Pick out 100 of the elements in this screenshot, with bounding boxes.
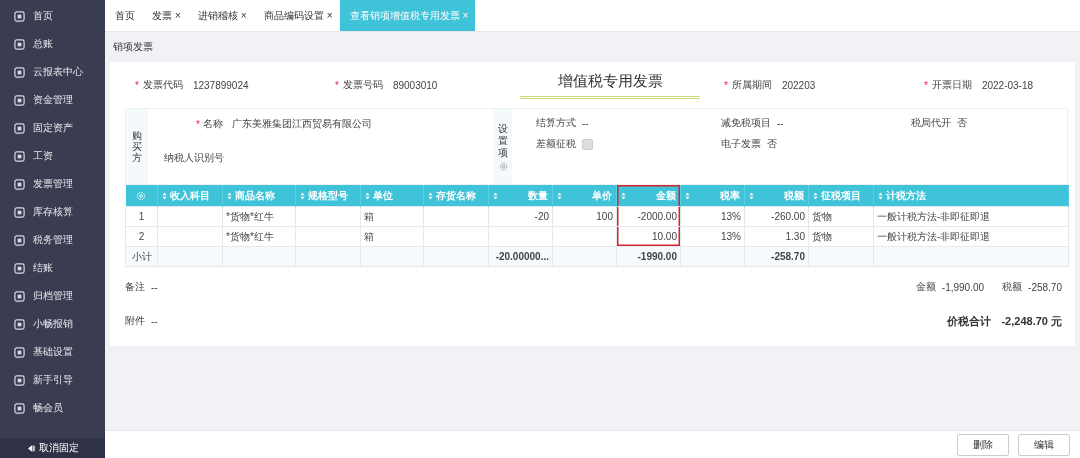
sidebar-item[interactable]: 归档管理: [0, 282, 105, 310]
required-mark: *: [196, 118, 200, 130]
field-label: 名称: [202, 117, 223, 131]
field-label: 开票日期: [931, 78, 972, 92]
tab[interactable]: 发票 ×: [142, 0, 188, 31]
tab[interactable]: 商品编码设置 ×: [253, 0, 340, 31]
table-cell: -260.00: [744, 206, 809, 227]
field-value: -1,990.00: [941, 281, 985, 293]
table-cell: 箱: [360, 226, 424, 247]
menu-icon: [14, 38, 25, 50]
sidebar-item[interactable]: 发票管理: [0, 170, 105, 198]
section-label: 购买方: [126, 109, 148, 184]
tab[interactable]: 进销稽核 ×: [187, 0, 254, 31]
invoice-title: 增值税专用发票: [520, 71, 700, 99]
sidebar-item[interactable]: 畅会员: [0, 394, 105, 422]
close-icon[interactable]: ×: [175, 10, 181, 21]
field-value: -258.70: [1028, 281, 1062, 293]
table-cell: 货物: [808, 206, 874, 227]
field-label: 纳税人识别号: [164, 152, 224, 163]
row-number: 1: [125, 206, 158, 227]
sidebar-item[interactable]: 总账: [0, 30, 105, 58]
required-mark: *: [924, 79, 928, 91]
table-cell: [423, 206, 489, 227]
table-cell: 10.00: [616, 226, 681, 247]
field-value: --: [151, 281, 158, 293]
field-label: 金额: [915, 280, 936, 294]
close-icon[interactable]: ×: [326, 10, 333, 21]
sort-icon[interactable]: [878, 191, 883, 200]
page-title: 销项发票: [112, 40, 154, 54]
sort-icon[interactable]: [428, 191, 433, 200]
table-cell: 1.30: [744, 226, 809, 247]
menu-icon: [14, 94, 25, 106]
sidebar-item[interactable]: 库存核算: [0, 198, 105, 226]
checkbox[interactable]: [582, 138, 593, 150]
table-cell: [295, 226, 361, 247]
sort-icon[interactable]: [493, 191, 498, 200]
sort-icon[interactable]: [813, 191, 818, 200]
field-label: 发票号码: [342, 78, 383, 92]
table-cell: [423, 226, 489, 247]
table-cell: -20: [488, 206, 553, 227]
required-mark: *: [724, 79, 728, 91]
action-button[interactable]: 删除: [957, 433, 1009, 456]
table-cell: 货物: [808, 226, 874, 247]
field-value: 89003010: [392, 79, 438, 91]
sort-icon[interactable]: [227, 191, 232, 200]
menu-icon: [14, 402, 25, 414]
sort-icon[interactable]: [557, 191, 562, 200]
close-icon[interactable]: ×: [240, 10, 247, 21]
field-label: 所属期间: [731, 78, 772, 92]
table-cell: -2000.00: [616, 206, 681, 227]
required-mark: *: [335, 79, 339, 91]
settings-icon[interactable]: [498, 161, 508, 171]
field-label: 发票代码: [142, 78, 183, 92]
row-number: 2: [125, 226, 158, 247]
field-value: 否: [957, 116, 967, 130]
field-value: --: [777, 117, 784, 129]
field-value: 2022-03-18: [981, 79, 1034, 91]
table-cell: [295, 206, 361, 227]
tab[interactable]: 首页: [105, 0, 142, 31]
field-label: 差额征税: [536, 137, 576, 151]
sidebar-item[interactable]: 新手引导: [0, 366, 105, 394]
table-cell: *货物*红牛: [222, 226, 296, 247]
sidebar-item[interactable]: 工资: [0, 142, 105, 170]
field-value: --: [151, 315, 158, 327]
table-cell: 100: [552, 206, 617, 227]
menu-icon: [14, 374, 25, 386]
subtotal-label: 小计: [125, 246, 158, 267]
menu-icon: [14, 10, 25, 22]
menu-icon: [14, 66, 25, 78]
sort-icon[interactable]: [300, 191, 305, 200]
sidebar-item[interactable]: 小畅报销: [0, 310, 105, 338]
action-button[interactable]: 编辑: [1018, 433, 1070, 456]
field-label: 税局代开: [911, 116, 951, 130]
sidebar-item[interactable]: 结账: [0, 254, 105, 282]
menu-icon: [14, 262, 25, 274]
sort-icon[interactable]: [162, 191, 167, 200]
menu-icon: [14, 206, 25, 218]
section-label: 设置项: [498, 122, 508, 159]
field-value: 1237899024: [192, 79, 249, 91]
sidebar-item[interactable]: 税务管理: [0, 226, 105, 254]
field-value: 否: [767, 137, 777, 151]
sidebar-item[interactable]: 首页: [0, 2, 105, 30]
table-cell: [488, 226, 553, 247]
field-label: 备注: [125, 280, 145, 294]
sort-icon[interactable]: [365, 191, 370, 200]
table-cell: 箱: [360, 206, 424, 227]
sort-icon[interactable]: [749, 191, 754, 200]
sort-icon[interactable]: [685, 191, 690, 200]
menu-icon: [14, 150, 25, 162]
sidebar-item[interactable]: 固定资产: [0, 114, 105, 142]
menu-icon: [14, 290, 25, 302]
sidebar-item[interactable]: 基础设置: [0, 338, 105, 366]
field-label: 电子发票: [721, 137, 761, 151]
table-cell: 一般计税方法-非即征即退: [873, 206, 1069, 227]
menu-icon: [14, 234, 25, 246]
sort-icon[interactable]: [621, 191, 626, 200]
menu-icon: [14, 318, 25, 330]
unpin-button[interactable]: 取消固定: [0, 438, 105, 458]
sidebar-item[interactable]: 云报表中心: [0, 58, 105, 86]
sidebar-item[interactable]: 资金管理: [0, 86, 105, 114]
